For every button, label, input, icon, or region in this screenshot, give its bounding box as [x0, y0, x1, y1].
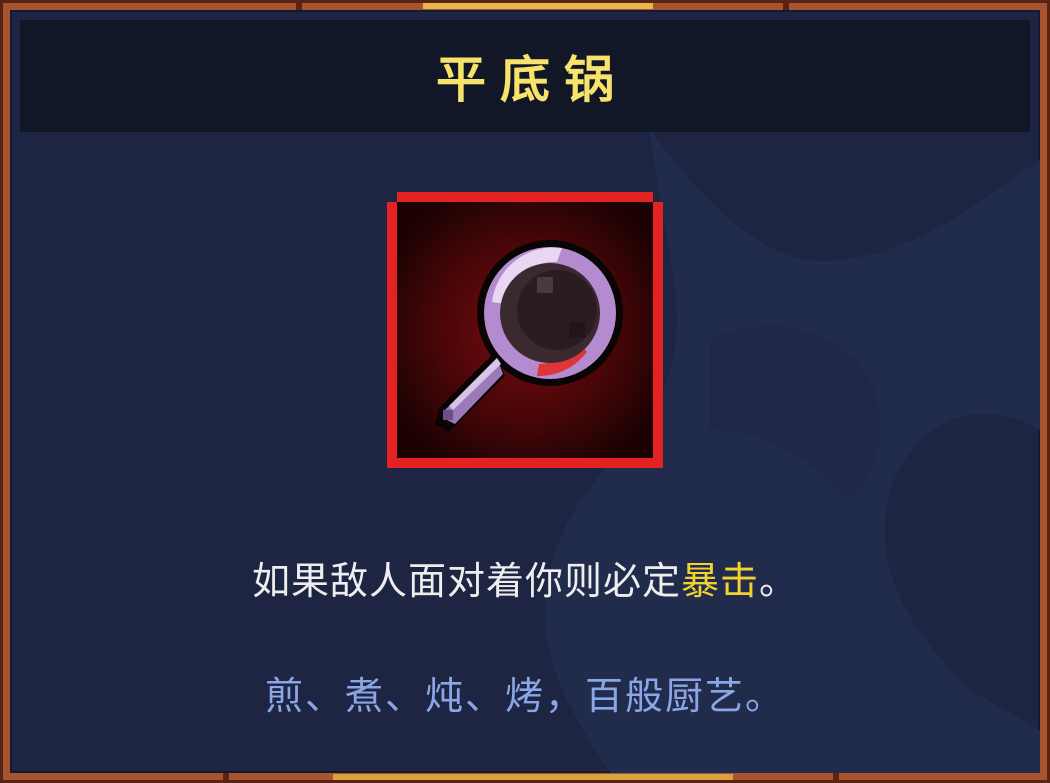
item-flavor-text: 煎、煮、炖、烤，百般厨艺。: [264, 674, 785, 718]
description-text: 如果敌人面对着你则必定: [251, 559, 681, 603]
item-name: 平底锅: [436, 51, 628, 109]
frying-pan-icon: [387, 192, 663, 468]
frame-bottom-ornament: [333, 774, 733, 780]
description-end: 。: [759, 559, 799, 603]
title-bar: 平底锅: [20, 20, 1030, 132]
item-icon-slot[interactable]: [387, 192, 663, 468]
description-keyword-crit: 暴击: [680, 559, 759, 603]
frame-top-ornament: [423, 3, 653, 9]
item-card-panel: 平底锅 如果敌人面对着你则必定暴击。 煎、煮、炖、烤，百般厨艺。: [10, 10, 1040, 773]
item-description: 如果敌人面对着你则必定暴击。: [10, 550, 1040, 605]
